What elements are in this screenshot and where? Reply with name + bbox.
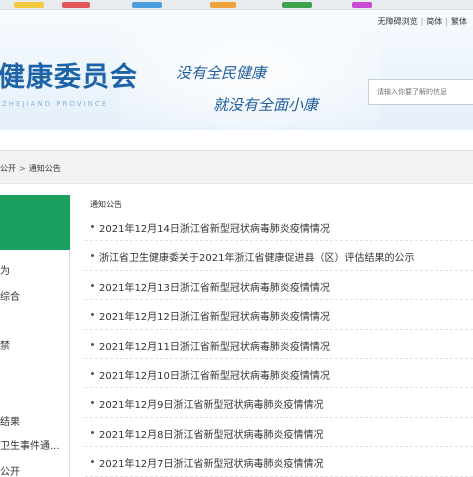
breadcrumb-item[interactable]: 公开 bbox=[0, 164, 16, 173]
top-links: 无障碍浏览 | 简体 | 繁体 bbox=[378, 16, 467, 27]
bullet-icon bbox=[91, 460, 94, 464]
slogan-line-2: 就没有全面小康 bbox=[213, 96, 319, 114]
news-list: 2021年12月14日浙江省新型冠状病毒肺炎疫情情况 浙江省卫生健康委关于202… bbox=[85, 212, 473, 477]
tab-chip[interactable] bbox=[352, 2, 372, 8]
news-link[interactable]: 2021年12月7日浙江省新型冠状病毒肺炎疫情情况 bbox=[99, 455, 324, 470]
sidebar: 为 综合 禁 结果 卫生事件通... 公开 bbox=[0, 195, 70, 477]
news-link[interactable]: 2021年12月12日浙江省新型冠状病毒肺炎疫情情况 bbox=[99, 308, 330, 323]
bullet-icon bbox=[91, 313, 94, 317]
bullet-icon bbox=[91, 283, 94, 287]
traditional-link[interactable]: 繁体 bbox=[451, 16, 467, 27]
tab-chip[interactable] bbox=[282, 2, 312, 8]
news-item[interactable]: 2021年12月12日浙江省新型冠状病毒肺炎疫情情况 bbox=[85, 300, 473, 330]
tab-chip[interactable] bbox=[14, 2, 44, 8]
sidebar-header bbox=[0, 195, 70, 250]
sidebar-item[interactable]: 公开 bbox=[0, 463, 20, 477]
news-link[interactable]: 2021年12月14日浙江省新型冠状病毒肺炎疫情情况 bbox=[99, 220, 330, 235]
bullet-icon bbox=[91, 254, 94, 258]
header-banner: 无障碍浏览 | 简体 | 繁体 健康委员会 ZHEJIANG PROVINCE 没有全民… bbox=[0, 10, 473, 130]
slogan-line-1: 没有全民健康 bbox=[176, 64, 267, 82]
sidebar-item[interactable]: 禁 bbox=[0, 337, 10, 352]
sidebar-item[interactable]: 卫生事件通... bbox=[0, 437, 60, 452]
accessibility-link[interactable]: 无障碍浏览 bbox=[378, 16, 418, 27]
site-title[interactable]: 健康委员会 bbox=[0, 55, 138, 94]
news-item[interactable]: 2021年12月13日浙江省新型冠状病毒肺炎疫情情况 bbox=[85, 271, 473, 301]
bullet-icon bbox=[91, 401, 94, 405]
news-link[interactable]: 2021年12月10日浙江省新型冠状病毒肺炎疫情情况 bbox=[99, 367, 330, 382]
tab-chip[interactable] bbox=[132, 2, 162, 8]
news-link[interactable]: 2021年12月9日浙江省新型冠状病毒肺炎疫情情况 bbox=[99, 396, 324, 411]
breadcrumb-bar: 公开 > 通知公告 bbox=[0, 150, 473, 184]
bullet-icon bbox=[91, 342, 94, 346]
bullet-icon bbox=[91, 371, 94, 375]
news-link[interactable]: 2021年12月11日浙江省新型冠状病毒肺炎疫情情况 bbox=[99, 338, 330, 353]
breadcrumb-separator: > bbox=[19, 164, 26, 173]
tab-chip[interactable] bbox=[62, 2, 90, 8]
simplified-link[interactable]: 简体 bbox=[426, 16, 442, 27]
site-subtitle: ZHEJIANG PROVINCE bbox=[2, 100, 109, 108]
news-item[interactable]: 2021年12月9日浙江省新型冠状病毒肺炎疫情情况 bbox=[85, 388, 473, 418]
news-link[interactable]: 2021年12月8日浙江省新型冠状病毒肺炎疫情情况 bbox=[99, 426, 324, 441]
news-link[interactable]: 2021年12月13日浙江省新型冠状病毒肺炎疫情情况 bbox=[99, 279, 330, 294]
sidebar-item[interactable]: 结果 bbox=[0, 413, 20, 428]
separator: | bbox=[445, 17, 448, 26]
tab-chip[interactable] bbox=[210, 2, 236, 8]
news-item[interactable]: 2021年12月7日浙江省新型冠状病毒肺炎疫情情况 bbox=[85, 447, 473, 477]
breadcrumb: 公开 > 通知公告 bbox=[0, 163, 61, 174]
news-item[interactable]: 2021年12月8日浙江省新型冠状病毒肺炎疫情情况 bbox=[85, 418, 473, 448]
separator: | bbox=[420, 17, 424, 26]
panel-title: 通知公告 bbox=[90, 200, 122, 209]
breadcrumb-item[interactable]: 通知公告 bbox=[29, 164, 61, 173]
search-input[interactable] bbox=[368, 79, 473, 105]
browser-tab-strip bbox=[0, 0, 473, 10]
sidebar-item[interactable]: 为 bbox=[0, 262, 10, 277]
sidebar-item[interactable]: 综合 bbox=[0, 288, 20, 303]
news-item[interactable]: 2021年12月11日浙江省新型冠状病毒肺炎疫情情况 bbox=[85, 330, 473, 359]
news-item[interactable]: 2021年12月14日浙江省新型冠状病毒肺炎疫情情况 bbox=[85, 212, 473, 242]
bullet-icon bbox=[91, 430, 94, 434]
news-item[interactable]: 浙江省卫生健康委关于2021年浙江省健康促进县（区）评估结果的公示 bbox=[85, 241, 473, 271]
news-item[interactable]: 2021年12月10日浙江省新型冠状病毒肺炎疫情情况 bbox=[85, 359, 473, 389]
bullet-icon bbox=[91, 225, 94, 228]
news-link[interactable]: 浙江省卫生健康委关于2021年浙江省健康促进县（区）评估结果的公示 bbox=[99, 249, 414, 264]
